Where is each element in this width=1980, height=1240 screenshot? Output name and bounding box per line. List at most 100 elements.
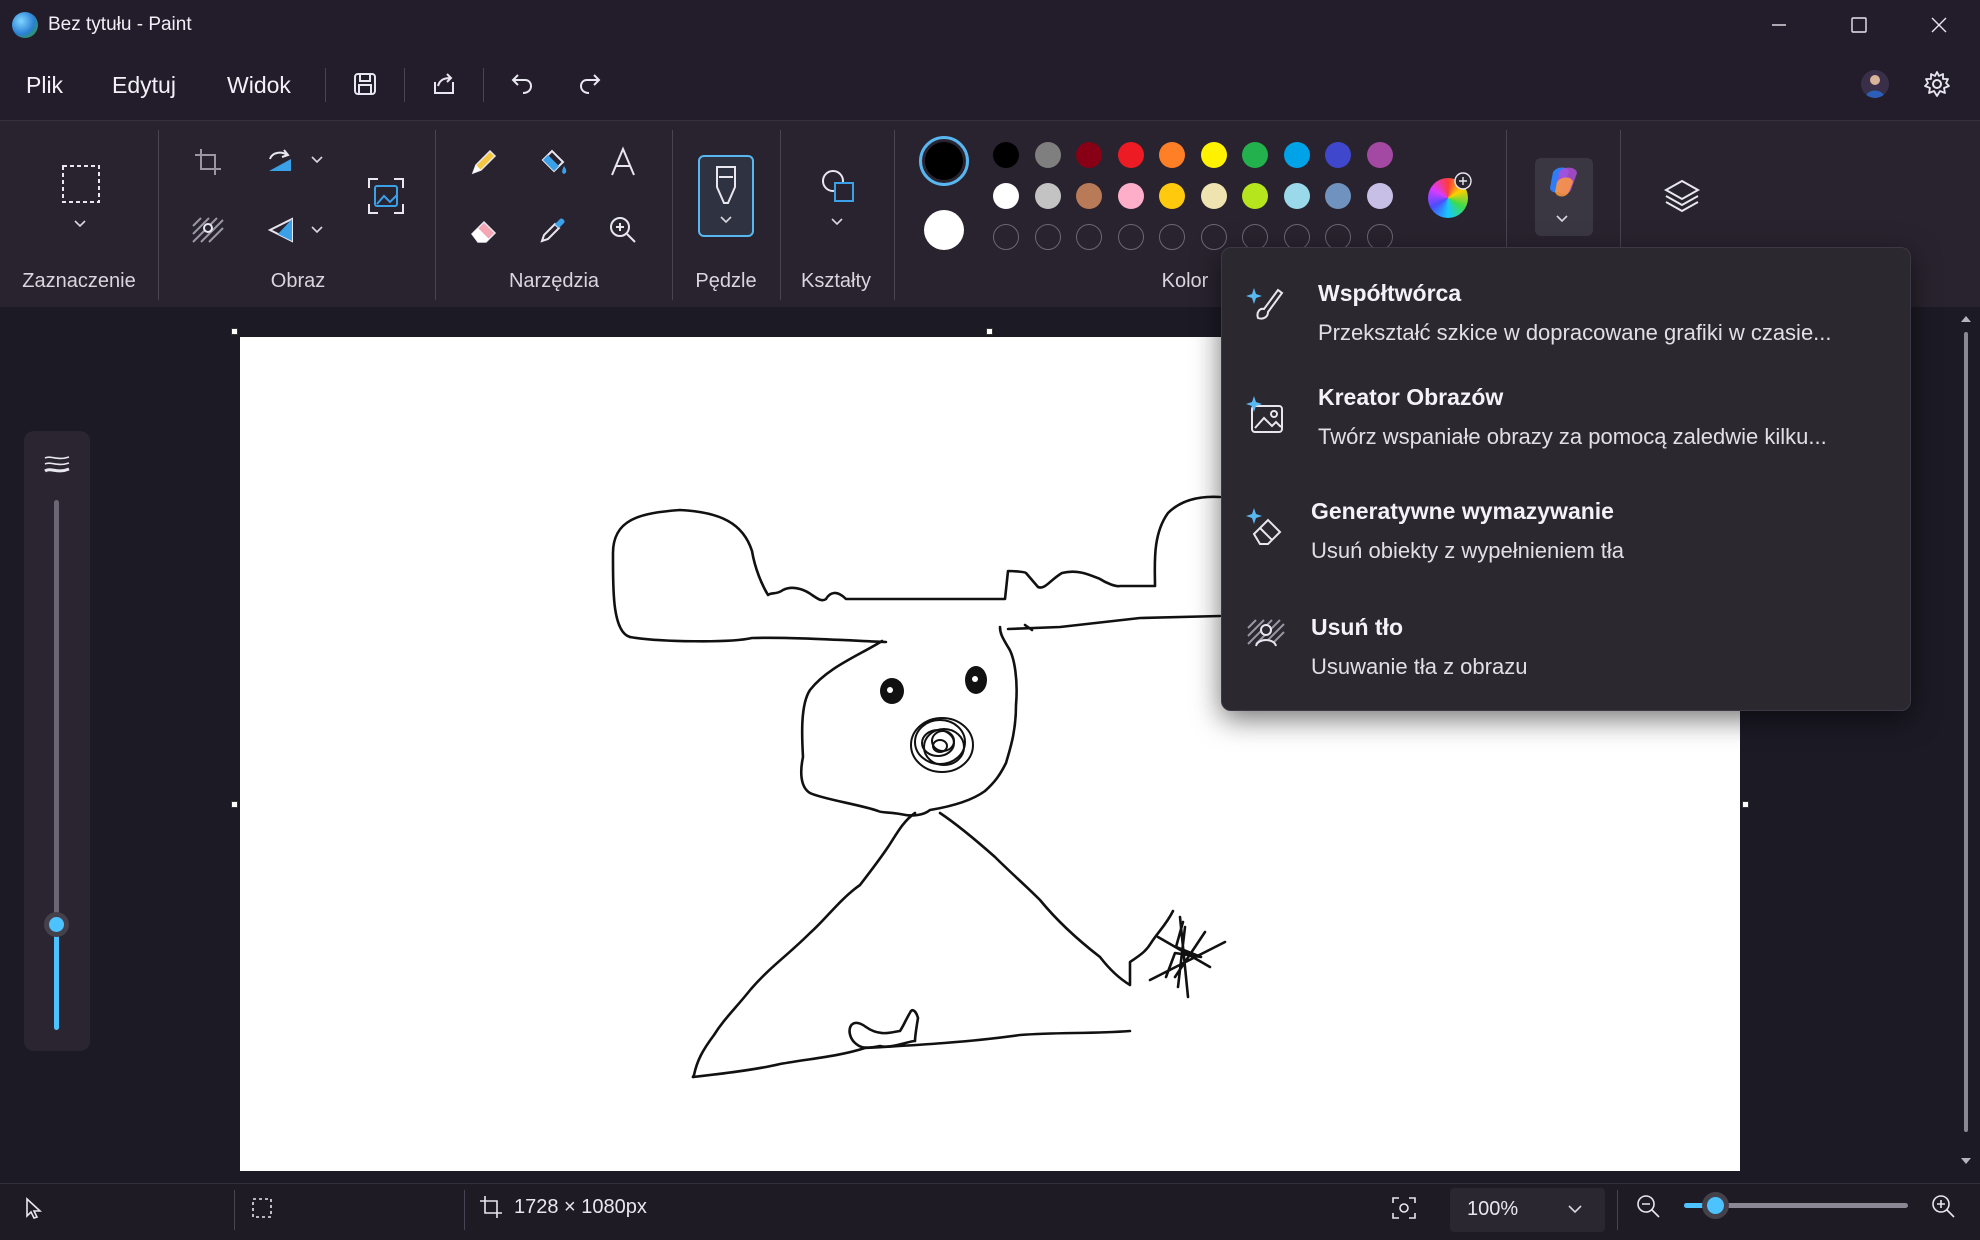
remove-background-tool-button[interactable]	[186, 208, 230, 252]
palette-color-swatch[interactable]	[1035, 142, 1061, 168]
primary-color-button[interactable]	[919, 136, 969, 186]
palette-color-swatch[interactable]	[1076, 183, 1102, 209]
flip-dropdown[interactable]	[309, 224, 325, 236]
group-label-selection: Zaznaczenie	[22, 270, 136, 292]
group-label-brushes: Pędzle	[695, 270, 757, 292]
shapes-button[interactable]	[816, 164, 860, 208]
selection-tool-button[interactable]	[57, 160, 105, 208]
palette-color-swatch[interactable]	[1118, 183, 1144, 209]
settings-button[interactable]	[1917, 64, 1957, 104]
chevron-down-icon	[311, 226, 323, 234]
zoom-out-button[interactable]	[1634, 1192, 1662, 1220]
group-label-image: Obraz	[270, 270, 326, 292]
flip-button[interactable]	[258, 208, 302, 252]
secondary-color-button[interactable]	[924, 210, 964, 250]
brushes-button[interactable]	[698, 155, 754, 237]
fit-to-window-button[interactable]	[1390, 1194, 1418, 1222]
copilot-button[interactable]	[1535, 158, 1593, 236]
brush-size-thumb[interactable]	[44, 912, 69, 937]
palette-color-swatch[interactable]	[1201, 183, 1227, 209]
palette-color-swatch[interactable]	[1035, 183, 1061, 209]
copilot-menu-item-image-creator[interactable]: Kreator Obrazów Twórz wspaniałe obrazy z…	[1222, 372, 1910, 478]
palette-color-swatch[interactable]	[993, 183, 1019, 209]
custom-color-slot[interactable]	[993, 224, 1019, 250]
brush-size-slider[interactable]	[44, 500, 69, 1030]
maximize-button[interactable]	[1819, 0, 1899, 50]
zoom-out-icon	[1637, 1195, 1660, 1218]
custom-color-slot[interactable]	[1201, 224, 1227, 250]
zoom-select[interactable]: 100%	[1450, 1188, 1605, 1232]
custom-color-slot[interactable]	[1159, 224, 1185, 250]
rotate-button[interactable]	[258, 140, 302, 184]
save-icon	[354, 73, 376, 95]
palette-color-swatch[interactable]	[1367, 183, 1393, 209]
rotate-icon	[269, 149, 291, 171]
undo-button[interactable]	[502, 64, 542, 104]
close-icon	[1931, 17, 1947, 33]
palette-color-swatch[interactable]	[1284, 142, 1310, 168]
group-label-shapes: Kształty	[800, 270, 872, 292]
text-icon	[611, 146, 635, 176]
palette-color-swatch[interactable]	[1325, 142, 1351, 168]
palette-color-swatch[interactable]	[1284, 183, 1310, 209]
resize-handle[interactable]	[986, 328, 993, 335]
copilot-menu-item-cocreator[interactable]: Współtwórca Przekształć szkice w dopraco…	[1222, 258, 1910, 364]
menu-divider	[483, 68, 484, 102]
pencil-button[interactable]	[462, 140, 506, 184]
vertical-scrollbar[interactable]	[1957, 310, 1975, 1170]
resize-handle[interactable]	[1742, 801, 1749, 808]
account-avatar[interactable]	[1861, 70, 1889, 98]
color-picker-button[interactable]	[531, 208, 575, 252]
copilot-menu-item-generative-erase[interactable]: Generatywne wymazywanie Usuń obiekty z w…	[1222, 484, 1910, 590]
save-button[interactable]	[345, 64, 385, 104]
share-button[interactable]	[424, 64, 464, 104]
palette-color-swatch[interactable]	[1076, 142, 1102, 168]
paint-app-icon	[12, 12, 38, 38]
status-divider	[1617, 1190, 1618, 1230]
zoom-in-button[interactable]	[1929, 1192, 1957, 1220]
eyedropper-icon	[540, 218, 565, 243]
palette-color-swatch[interactable]	[993, 142, 1019, 168]
cursor-arrow-icon	[26, 1197, 43, 1219]
custom-color-slot[interactable]	[1035, 224, 1061, 250]
palette-color-swatch[interactable]	[1159, 142, 1185, 168]
selection-dropdown[interactable]	[72, 218, 88, 230]
crop-button[interactable]	[186, 140, 230, 184]
eraser-icon	[471, 220, 497, 243]
ribbon-divider	[672, 130, 673, 300]
minimize-icon	[1772, 24, 1786, 26]
palette-color-swatch[interactable]	[1325, 183, 1351, 209]
shapes-dropdown[interactable]	[829, 216, 845, 228]
palette-color-swatch[interactable]	[1201, 142, 1227, 168]
menu-view[interactable]: Widok	[227, 72, 291, 99]
avatar-icon	[1865, 75, 1885, 98]
zoom-slider[interactable]	[1684, 1192, 1908, 1219]
menu-file[interactable]: Plik	[26, 72, 63, 99]
resize-image-button[interactable]	[364, 174, 408, 218]
resize-handle[interactable]	[231, 801, 238, 808]
custom-color-slot[interactable]	[1118, 224, 1144, 250]
layers-button[interactable]	[1660, 174, 1704, 218]
eraser-button[interactable]	[462, 208, 506, 252]
fill-button[interactable]	[531, 140, 575, 184]
ribbon-divider	[158, 130, 159, 300]
close-button[interactable]	[1899, 0, 1979, 50]
menu-edit[interactable]: Edytuj	[112, 72, 176, 99]
custom-color-slot[interactable]	[1076, 224, 1102, 250]
palette-color-swatch[interactable]	[1367, 142, 1393, 168]
text-button[interactable]	[601, 140, 645, 184]
palette-color-swatch[interactable]	[1242, 142, 1268, 168]
copilot-menu-item-remove-background[interactable]: Usuń tło Usuwanie tła z obrazu	[1222, 598, 1910, 704]
rotate-dropdown[interactable]	[309, 154, 325, 166]
edit-colors-button[interactable]	[1426, 172, 1472, 218]
minimize-button[interactable]	[1739, 0, 1819, 50]
palette-color-swatch[interactable]	[1159, 183, 1185, 209]
canvas-size-text: 1728 × 1080px	[514, 1196, 647, 1218]
magnifier-button[interactable]	[601, 208, 645, 252]
plus-icon	[1454, 172, 1472, 190]
zoom-slider-thumb[interactable]	[1702, 1192, 1729, 1219]
redo-button[interactable]	[570, 64, 610, 104]
palette-color-swatch[interactable]	[1118, 142, 1144, 168]
palette-color-swatch[interactable]	[1242, 183, 1268, 209]
resize-handle[interactable]	[231, 328, 238, 335]
